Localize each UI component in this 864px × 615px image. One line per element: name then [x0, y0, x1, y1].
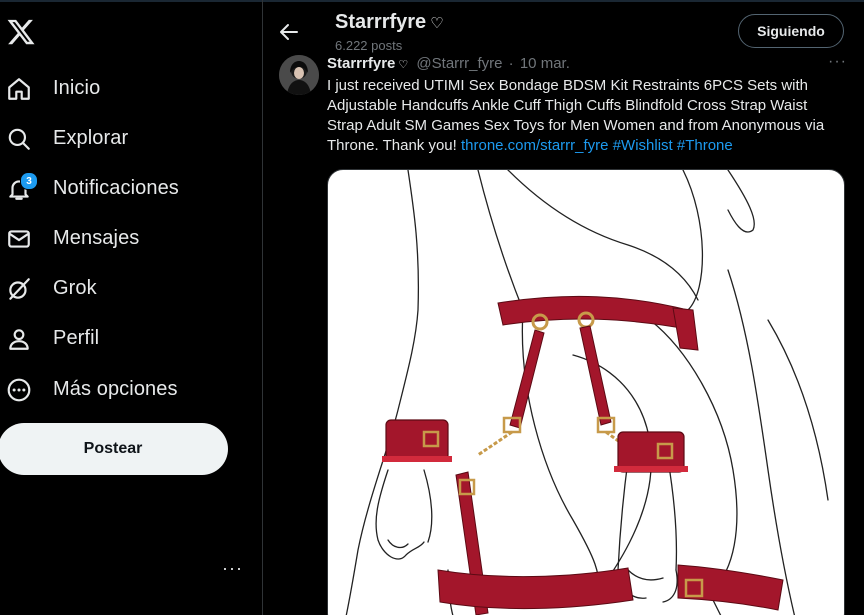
tweet-author-name[interactable]: Starrrfyre [327, 55, 395, 72]
profile-name-text: Starrrfyre [335, 11, 427, 33]
sidebar: Inicio Explorar 3 Notificaciones Mensaje… [0, 0, 262, 615]
separator-dot: · [508, 55, 514, 72]
hashtag-wishlist[interactable]: #Wishlist [613, 137, 673, 154]
sidebar-item-mensajes[interactable]: Mensajes [0, 216, 240, 260]
main-column: Starrrfyre ♡ 6.222 posts Siguiendo Starrr… [263, 0, 864, 615]
tweet-header: Starrrfyre ♡ @Starrr_fyre · 10 mar. [327, 55, 570, 72]
mail-icon [6, 226, 32, 252]
post-button[interactable]: Postear [0, 423, 228, 475]
sidebar-item-explorar[interactable]: Explorar [0, 116, 240, 160]
sidebar-item-label: Inicio [53, 76, 101, 99]
grok-icon [6, 276, 32, 302]
tweet-more-icon[interactable]: ··· [828, 53, 847, 71]
x-logo-icon[interactable] [6, 17, 40, 51]
sidebar-item-label: Explorar [53, 126, 129, 149]
sidebar-item-inicio[interactable]: Inicio [0, 66, 240, 110]
tweet-text: I just received UTIMI Sex Bondage BDSM K… [327, 76, 847, 156]
sidebar-item-grok[interactable]: Grok [0, 266, 240, 310]
sidebar-item-perfil[interactable]: Perfil [0, 316, 240, 360]
home-icon [6, 76, 32, 102]
tweet-media-image[interactable] [327, 169, 845, 615]
heart-icon: ♡ [398, 59, 409, 71]
sidebar-item-label: Mensajes [53, 226, 140, 249]
sidebar-item-label: Perfil [53, 326, 100, 349]
following-button[interactable]: Siguiendo [738, 14, 844, 48]
sidebar-item-label: Más opciones [53, 377, 178, 400]
person-icon [6, 326, 32, 352]
tweet-date[interactable]: 10 mar. [520, 55, 570, 72]
back-arrow-icon[interactable] [277, 20, 301, 44]
tweet-author-handle[interactable]: @Starrr_fyre [416, 55, 502, 72]
post-count: 6.222 posts [335, 38, 403, 53]
tweet-link[interactable]: throne.com/starrr_fyre [461, 137, 609, 154]
hashtag-throne[interactable]: #Throne [677, 137, 733, 154]
sidebar-item-label: Notificaciones [53, 176, 179, 199]
heart-icon: ♡ [430, 15, 444, 32]
account-menu-more-icon[interactable]: ··· [222, 558, 243, 579]
notification-badge: 3 [20, 172, 38, 190]
more-circle-icon [6, 377, 32, 403]
search-icon [6, 126, 32, 152]
sidebar-item-label: Grok [53, 276, 97, 299]
sidebar-item-notificaciones[interactable]: 3 Notificaciones [0, 166, 240, 210]
sidebar-item-mas-opciones[interactable]: Más opciones [0, 367, 240, 411]
profile-header-name: Starrrfyre ♡ [335, 11, 444, 34]
avatar[interactable] [279, 55, 319, 95]
